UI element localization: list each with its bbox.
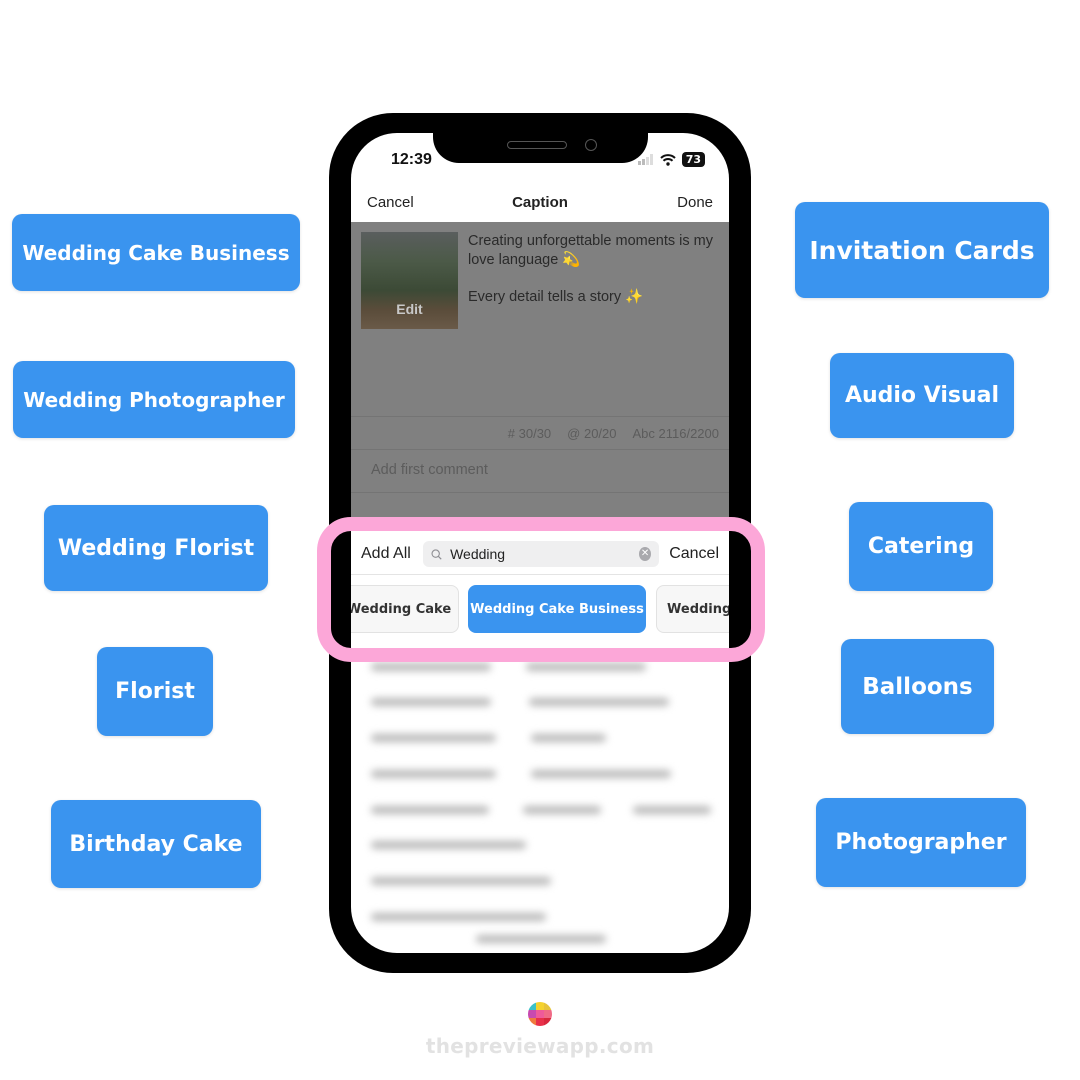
- hashtag-count: # 30/30: [507, 425, 552, 441]
- keyword-chip-catering: Catering: [849, 502, 993, 591]
- divider: [351, 492, 729, 493]
- pink-highlight-frame: [317, 517, 765, 662]
- blurred-hashtag-list: [351, 663, 729, 953]
- wifi-icon: [659, 153, 676, 166]
- phone-notch: [433, 113, 648, 163]
- keyword-chip-audio-visual: Audio Visual: [830, 353, 1014, 438]
- status-icons: 73: [637, 152, 705, 167]
- caption-nav-bar: Cancel Caption Done: [351, 183, 729, 221]
- keyword-chip-florist: Florist: [97, 647, 213, 736]
- keyword-chip-wedding-florist: Wedding Florist: [44, 505, 268, 591]
- speaker-grille: [507, 141, 567, 149]
- cancel-button[interactable]: Cancel: [367, 194, 414, 211]
- character-count: Abc 2116/2200: [632, 425, 720, 441]
- keyword-chip-photographer: Photographer: [816, 798, 1026, 887]
- mention-count: @ 20/20: [567, 425, 617, 441]
- front-camera: [585, 139, 597, 151]
- status-time: 12:39: [391, 151, 432, 168]
- caption-line-1: Creating unforgettable moments is my lov…: [468, 233, 713, 268]
- thumbnail-edit-label[interactable]: Edit: [396, 301, 422, 317]
- caption-editor-dimmed: Edit Creating unforgettable moments is m…: [351, 222, 729, 522]
- done-button[interactable]: Done: [677, 194, 713, 211]
- first-comment-field[interactable]: Add first comment: [371, 462, 488, 478]
- keyword-chip-wedding-cake-business: Wedding Cake Business: [12, 214, 300, 291]
- keyword-chip-wedding-photographer: Wedding Photographer: [13, 361, 295, 438]
- brand-url: thepreviewapp.com: [425, 1034, 655, 1058]
- keyword-chip-balloons: Balloons: [841, 639, 994, 734]
- caption-counters: # 30/30 @ 20/20 Abc 2116/2200: [351, 416, 729, 450]
- keyword-chip-invitation-cards: Invitation Cards: [795, 202, 1049, 298]
- post-thumbnail[interactable]: Edit: [361, 232, 458, 329]
- brand-logo-icon: [528, 1002, 552, 1026]
- battery-indicator: 73: [681, 152, 705, 167]
- caption-text[interactable]: Creating unforgettable moments is my lov…: [468, 232, 720, 307]
- caption-line-2: Every detail tells a story ✨: [468, 289, 644, 305]
- keyword-chip-birthday-cake: Birthday Cake: [51, 800, 261, 888]
